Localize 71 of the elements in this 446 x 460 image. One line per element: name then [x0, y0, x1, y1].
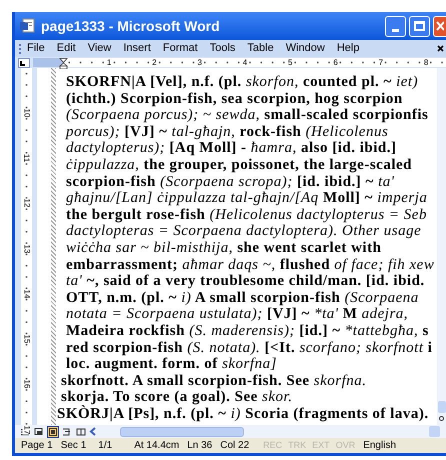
view-button[interactable] — [61, 426, 73, 438]
maximize-button[interactable] — [409, 16, 430, 36]
status-field: Sec 1 — [60, 438, 86, 453]
text-line: embarrassment; aħmar daqs ~, flushed of face; fih xew — [66, 256, 434, 273]
text-line: dactylopterus); [Aq Moll] - ħamra, also [id. ibid.] — [66, 140, 396, 156]
menu-item[interactable]: Table — [247, 43, 274, 54]
ruler-number: 15 — [22, 334, 30, 344]
ruler-number: 12 — [22, 198, 30, 208]
word-document-icon — [19, 18, 35, 34]
text-line: notata = Scorpaena ustulata); [VJ] ~ *ta' M adejra, — [66, 306, 408, 322]
ruler-number: 7 — [378, 58, 384, 67]
view-button[interactable] — [33, 426, 45, 438]
text-line: dactylopteras = Scorpaena dactyloptera). Other usage — [66, 223, 422, 240]
menu-item[interactable]: View — [88, 43, 112, 54]
menu-item[interactable]: Insert — [123, 43, 151, 54]
menu-item[interactable]: Window — [286, 43, 325, 54]
menu-item[interactable]: File — [27, 43, 45, 54]
close-icon — [436, 21, 444, 31]
grip-handle — [19, 44, 21, 54]
close-button[interactable] — [433, 16, 446, 36]
ruler-number: 16 — [22, 380, 30, 389]
text-line: OTT, n.m. (pl. ~ i) A small scorpion-fish (Scorpaena — [66, 290, 419, 306]
text-line: SKÒRJ|A [Ps], n.f. (pl. ~ i) Scoria (fragments of lava). — [57, 406, 429, 422]
ruler-margin — [33, 58, 64, 67]
menu-item[interactable]: Edit — [56, 43, 76, 54]
horizontal-scrollbar[interactable] — [89, 426, 440, 437]
text-line: għajnu/[Lan] ċippulazza tal-għajn/[Aq Moll] ~ imperja — [66, 190, 428, 206]
minimize-button[interactable] — [385, 16, 406, 36]
status-field: Ln 36 — [187, 438, 212, 453]
menu-item[interactable]: Help — [336, 43, 360, 54]
status-field: Page 1 — [21, 438, 53, 453]
text-line: loc. augment. form. of skorfna] — [66, 356, 277, 372]
text-line: ta' ~, said of a very troublesome child/man. [id. ibid. — [66, 273, 425, 290]
view-button[interactable] — [75, 426, 87, 438]
view-button[interactable] — [47, 426, 59, 438]
browse-object-button[interactable] — [439, 416, 444, 421]
ruler-number: 8 — [422, 58, 430, 67]
menu-item[interactable]: Format — [162, 43, 198, 54]
ruler-number: 5 — [287, 58, 294, 67]
ruler-number: 14 — [22, 289, 30, 298]
language-field: English — [363, 438, 396, 453]
vertical-scrollbar[interactable] — [437, 68, 446, 425]
ruler-number: 2 — [151, 58, 158, 67]
ruler-number: 6 — [332, 58, 339, 67]
text-line: ċippulazza, the grouper, poissonet, the large-scaled — [66, 156, 412, 173]
ruler-number: 4 — [242, 58, 248, 67]
status-field: 1/1 — [98, 438, 122, 453]
scroll-left-icon[interactable] — [89, 427, 96, 436]
text-line: wiċċha sar ~ bil-misthija, she went scarlet with — [66, 240, 382, 256]
text-line: Madeira rockfish (S. maderensis); [id.] ~ *tattebgħa, s — [66, 322, 429, 339]
text-line: skorja. To score (a goal). See skor. — [61, 389, 292, 406]
status-field: At 14.4cm — [134, 438, 180, 453]
text-line: red scorpion-fish (S. notata). [<It. scorfano; skorfnott i — [66, 340, 432, 356]
text-line: porcus); [VJ] ~ tal-għajn, rock-fish (Helicolenus — [66, 124, 388, 140]
window-title: page1333 - Microsoft Word — [41, 16, 220, 36]
ruler-number: 13 — [22, 244, 30, 253]
scroll-thumb[interactable] — [120, 426, 244, 436]
ruler-number: 10 — [22, 108, 30, 118]
status-field: Col 22 — [220, 438, 250, 453]
text-line: scorpion-fish (Scorpaena scropa); [id. ibid.] ~ ta' — [66, 174, 394, 190]
text-line: the bergult rose-fish (Helicolenus dactylopterus = Seb — [66, 206, 427, 223]
ruler-number: 1 — [106, 58, 112, 67]
text-line: (ichth.) Scorpion-fish, sea scorpion, hog scorpion — [66, 90, 403, 107]
tab-selector[interactable] — [18, 58, 30, 68]
close-document-icon[interactable] — [437, 45, 444, 52]
ruler-number: 3 — [196, 58, 203, 67]
text-line: SKORFN|A [Vel], n.f. (pl. skorfon, counted pl. ~ iet) — [66, 74, 418, 90]
ruler-number: 11 — [22, 154, 30, 162]
text-line: skorfnott. A small scorpion-fish. See skorfna. — [61, 372, 367, 389]
menu-item[interactable]: Tools — [210, 43, 236, 54]
text-line: (Scorpaena porcus); ~ sewda, small-scaled scorpionfis — [66, 107, 428, 124]
